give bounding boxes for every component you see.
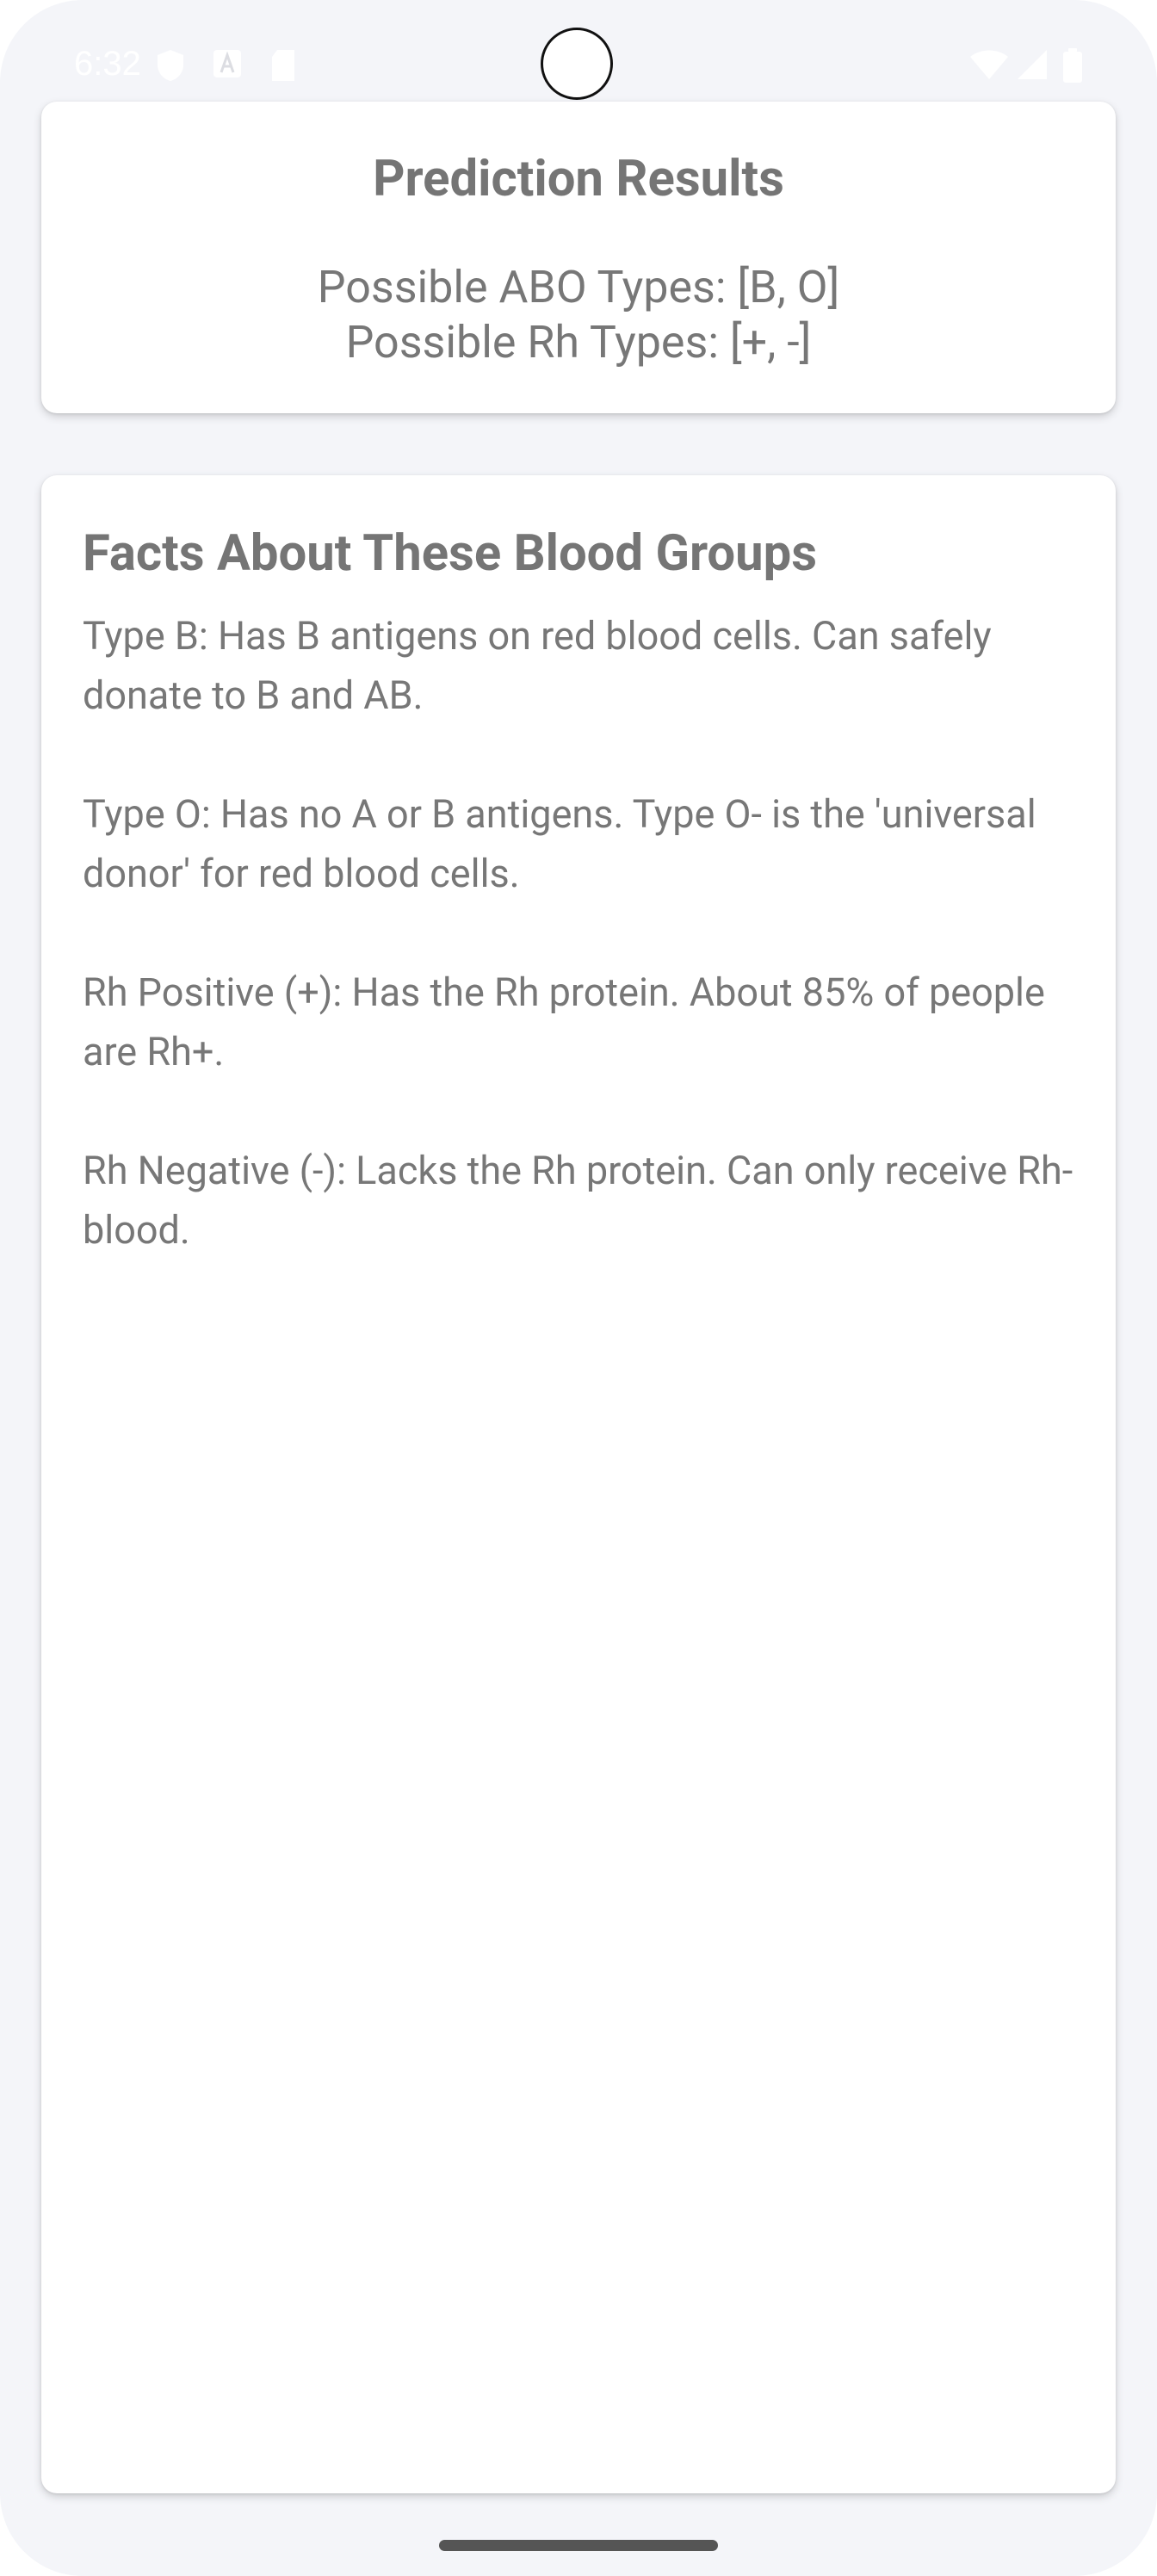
- fact-rh-negative: Rh Negative (-): Lacks the Rh protein. C…: [83, 1148, 1073, 1253]
- fact-type-b: Type B: Has B antigens on red blood cell…: [83, 613, 992, 718]
- facts-title: Facts About These Blood Groups: [83, 524, 818, 583]
- blood-group-facts-card: Facts About These Blood Groups Type B: H…: [41, 475, 1116, 2493]
- signal-icon: [1018, 50, 1047, 79]
- rh-types-text: Possible Rh Types: [+, -]: [345, 316, 812, 368]
- fact-rh-positive: Rh Positive (+): Has the Rh protein. Abo…: [83, 969, 1045, 1074]
- font-a-icon: [213, 50, 241, 77]
- status-time: 6:32: [74, 45, 141, 83]
- home-gesture-bar[interactable]: [439, 2540, 718, 2551]
- results-title: Prediction Results: [373, 150, 784, 208]
- wifi-icon: [970, 50, 1008, 79]
- sd-card-icon: [272, 50, 294, 81]
- battery-icon: [1063, 48, 1082, 83]
- abo-types-text: Possible ABO Types: [B, O]: [317, 261, 840, 313]
- camera-cutout: [541, 28, 613, 100]
- phone-screen: 6:32 Prediction Results Possible ABO Typ…: [0, 0, 1157, 2576]
- fact-type-o: Type O: Has no A or B antigens. Type O- …: [83, 791, 1036, 896]
- prediction-results-card: Prediction Results Possible ABO Types: […: [41, 102, 1116, 413]
- shield-icon: [158, 50, 183, 81]
